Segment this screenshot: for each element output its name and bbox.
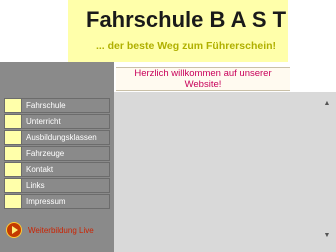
header-left-panel: [0, 0, 68, 62]
nav-item-impressum[interactable]: Impressum: [4, 194, 110, 209]
nav-item-label: Links: [26, 181, 45, 190]
nav-item-label: Fahrschule: [26, 101, 66, 110]
weiterbildung-live-link[interactable]: Weiterbildung Live: [6, 222, 94, 238]
nav-item-label: Kontakt: [26, 165, 54, 174]
nav-item-unterricht[interactable]: Unterricht: [4, 114, 110, 129]
welcome-line-2: Website!: [184, 79, 222, 90]
nav-bullet-icon: [5, 147, 22, 160]
nav-item-kontakt[interactable]: Kontakt: [4, 162, 110, 177]
nav-bullet-icon: [5, 195, 22, 208]
promo-label: Weiterbildung Live: [28, 225, 94, 235]
welcome-line-1: Herzlich willkommen auf unserer: [134, 68, 272, 79]
nav-item-label: Fahrzeuge: [26, 149, 65, 158]
content-scrollbar[interactable]: ▲ ▼: [322, 100, 332, 240]
nav-bullet-icon: [5, 131, 22, 144]
nav-bullet-icon: [5, 163, 22, 176]
nav-bullet-icon: [5, 179, 22, 192]
scroll-down-icon[interactable]: ▼: [322, 232, 332, 240]
content-area: [114, 92, 336, 252]
welcome-banner: Herzlich willkommen auf unserer Website!: [116, 67, 290, 91]
nav-item-label: Unterricht: [26, 117, 61, 126]
nav-item-label: Impressum: [26, 197, 66, 206]
main-nav: Fahrschule Unterricht Ausbildungsklassen…: [4, 98, 110, 210]
nav-bullet-icon: [5, 99, 22, 112]
nav-item-links[interactable]: Links: [4, 178, 110, 193]
nav-item-fahrschule[interactable]: Fahrschule: [4, 98, 110, 113]
nav-item-label: Ausbildungsklassen: [26, 133, 97, 142]
nav-item-ausbildungsklassen[interactable]: Ausbildungsklassen: [4, 130, 110, 145]
header-right-panel: [288, 0, 336, 62]
nav-item-fahrzeuge[interactable]: Fahrzeuge: [4, 146, 110, 161]
site-title: Fahrschule B A S T: [86, 7, 287, 32]
play-icon: [6, 222, 22, 238]
nav-bullet-icon: [5, 115, 22, 128]
scroll-up-icon[interactable]: ▲: [322, 100, 332, 108]
site-slogan: ... der beste Weg zum Führerschein!: [95, 40, 277, 52]
